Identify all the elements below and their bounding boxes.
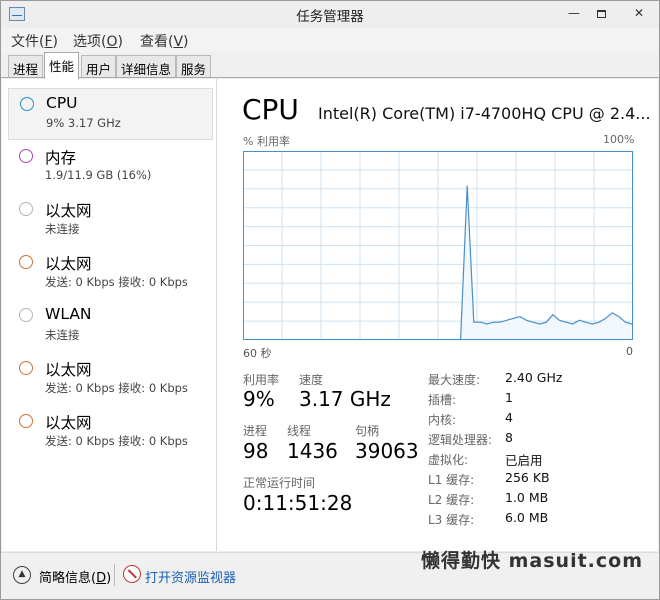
menu-bar: 文件(F) 选项(O) 查看(V)	[1, 28, 659, 52]
utilization-label: 利用率	[243, 373, 280, 387]
memory-indicator-icon	[19, 149, 33, 163]
cores-value: 4	[505, 410, 513, 425]
logical-processors-value: 8	[505, 430, 513, 445]
menu-options[interactable]: 选项(O)	[73, 31, 123, 51]
menu-view[interactable]: 查看(V)	[140, 31, 189, 51]
maximize-icon	[596, 9, 606, 18]
tab-bar: 进程 性能 用户 详细信息 服务	[1, 52, 659, 79]
site-watermark: 懒得勤快 masuit.com	[421, 550, 643, 572]
cpu-indicator-icon	[20, 97, 34, 111]
task-manager-window: 任务管理器 — ✕ 文件(F) 选项(O) 查看(V) 进程 性能 用户 详细信…	[0, 0, 660, 600]
performance-panel: CPU 9% 3.17 GHz 内存 1.9/11.9 GB (16%) 以太网…	[2, 79, 658, 551]
ethernet-indicator-icon	[19, 361, 33, 375]
tab-performance[interactable]: 性能	[44, 52, 80, 79]
logical-processors-label: 逻辑处理器:	[428, 433, 493, 447]
sidebar-item-ethernet-2[interactable]: 以太网 发送: 0 Kbps 接收: 0 Kbps	[8, 247, 213, 299]
sidebar-item-wlan[interactable]: WLAN 未连接	[8, 300, 213, 352]
minimize-button[interactable]: —	[561, 3, 587, 23]
l3-cache-value: 6.0 MB	[505, 510, 549, 525]
tab-processes[interactable]: 进程	[8, 55, 44, 77]
speed-label: 速度	[299, 373, 324, 387]
uptime-value: 0:11:51:28	[243, 491, 353, 515]
sidebar-item-cpu[interactable]: CPU 9% 3.17 GHz	[8, 88, 213, 140]
wlan-indicator-icon	[19, 308, 33, 322]
title-bar[interactable]: 任务管理器 — ✕	[1, 1, 659, 28]
l3-cache-label: L3 缓存:	[428, 513, 475, 527]
handles-label: 句柄	[355, 424, 380, 438]
close-button[interactable]: ✕	[619, 3, 659, 23]
maximize-button[interactable]	[588, 3, 614, 23]
ethernet-indicator-icon	[19, 202, 33, 216]
graph-time-span-label: 60 秒	[243, 347, 272, 360]
resource-title: CPU	[242, 93, 299, 126]
graph-y-label: % 利用率	[243, 135, 290, 148]
threads-label: 线程	[287, 424, 312, 438]
sidebar-item-ethernet-3[interactable]: 以太网 发送: 0 Kbps 接收: 0 Kbps	[8, 353, 213, 405]
graph-time-end-label: 0	[626, 345, 633, 358]
max-speed-value: 2.40 GHz	[505, 370, 563, 385]
fewer-details-button[interactable]: 简略信息(D)	[39, 567, 111, 586]
sidebar-item-ethernet-1[interactable]: 以太网 未连接	[8, 194, 213, 246]
cpu-model-name: Intel(R) Core(TM) i7-4700HQ CPU @ 2.4...	[318, 104, 651, 123]
uptime-label: 正常运行时间	[243, 476, 316, 490]
footer-divider	[114, 564, 115, 586]
resource-monitor-icon[interactable]	[123, 565, 141, 583]
utilization-value: 9%	[243, 387, 275, 411]
l1-cache-value: 256 KB	[505, 470, 550, 485]
sidebar-item-memory[interactable]: 内存 1.9/11.9 GB (16%)	[8, 141, 213, 193]
l1-cache-label: L1 缓存:	[428, 473, 475, 487]
cpu-usage-graph	[243, 151, 633, 340]
tab-users[interactable]: 用户	[81, 55, 117, 77]
tab-details[interactable]: 详细信息	[116, 55, 177, 77]
virtualization-value: 已启用	[505, 453, 543, 468]
processes-label: 进程	[243, 424, 268, 438]
max-speed-label: 最大速度:	[428, 373, 481, 387]
open-resource-monitor-link[interactable]: 打开资源监视器	[145, 567, 236, 586]
resource-list: CPU 9% 3.17 GHz 内存 1.9/11.9 GB (16%) 以太网…	[2, 79, 217, 551]
speed-value: 3.17 GHz	[299, 387, 391, 411]
l2-cache-label: L2 缓存:	[428, 493, 475, 507]
virtualization-label: 虚拟化:	[428, 453, 469, 467]
close-icon: ✕	[633, 6, 645, 20]
cores-label: 内核:	[428, 413, 457, 427]
minimize-icon: —	[568, 6, 580, 20]
sockets-label: 插槽:	[428, 393, 457, 407]
chevron-up-icon[interactable]: ▲	[13, 566, 31, 584]
l2-cache-value: 1.0 MB	[505, 490, 549, 505]
graph-max-label: 100%	[603, 133, 635, 146]
sidebar-item-ethernet-4[interactable]: 以太网 发送: 0 Kbps 接收: 0 Kbps	[8, 406, 213, 458]
cpu-detail-view: CPU Intel(R) Core(TM) i7-4700HQ CPU @ 2.…	[218, 79, 658, 551]
ethernet-indicator-icon	[19, 414, 33, 428]
handles-value: 39063	[355, 439, 419, 463]
threads-value: 1436	[287, 439, 338, 463]
ethernet-indicator-icon	[19, 255, 33, 269]
sockets-value: 1	[505, 390, 513, 405]
processes-value: 98	[243, 439, 269, 463]
menu-file[interactable]: 文件(F)	[11, 31, 58, 51]
tab-services[interactable]: 服务	[176, 55, 212, 77]
